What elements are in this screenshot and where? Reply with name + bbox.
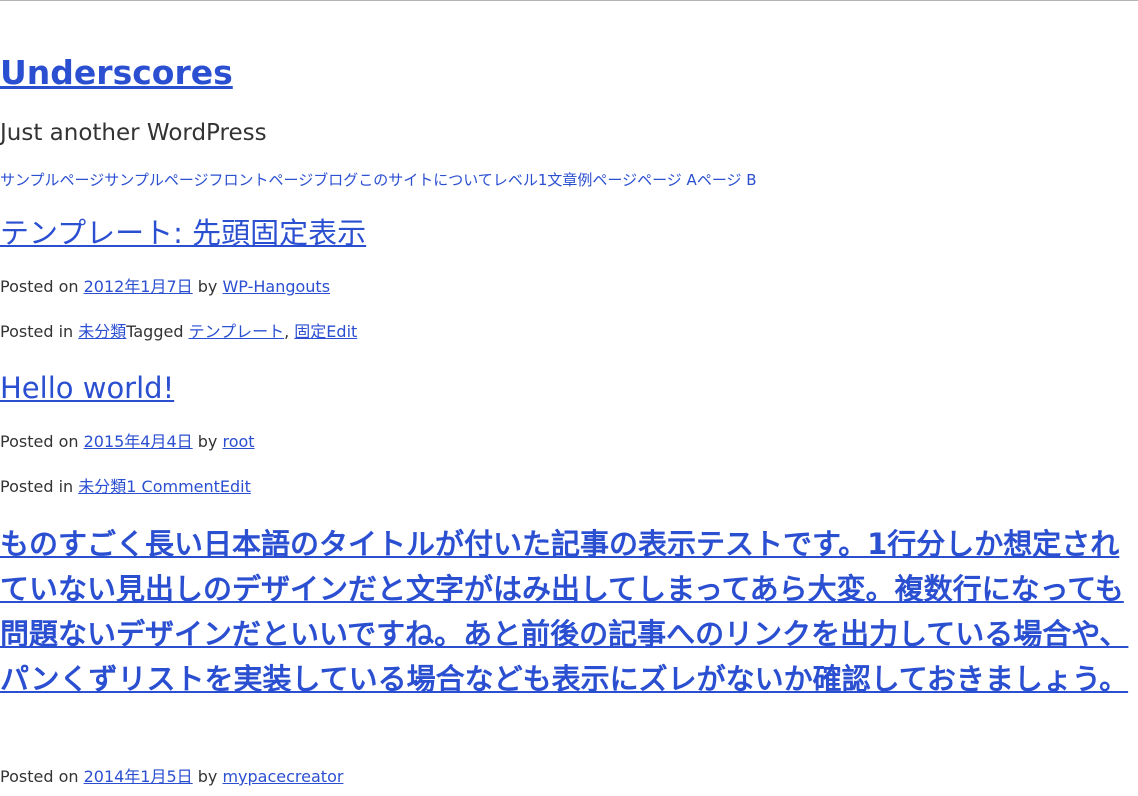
post-author-link-2[interactable]: root [222, 432, 254, 451]
nav-item-blog[interactable]: ブログ [313, 171, 358, 189]
post-edit-link-2[interactable]: Edit [220, 477, 251, 496]
browser-top-border [0, 0, 1138, 1]
post-author-link-1[interactable]: WP-Hangouts [222, 277, 330, 296]
nav-item-level-1[interactable]: レベル1 [493, 171, 548, 189]
site-title-link[interactable]: Underscores [0, 53, 233, 92]
post-meta-3: Posted on 2014年1月5日 by mypacecreator [0, 766, 343, 788]
posted-on-label: Posted on [0, 277, 84, 296]
post-meta-2: Posted on 2015年4月4日 by root [0, 431, 255, 453]
by-label: by [192, 432, 223, 451]
nav-item-page[interactable]: ページ [592, 171, 637, 189]
post-date-link-2[interactable]: 2015年4月4日 [84, 432, 193, 451]
post-date-link-3[interactable]: 2014年1月5日 [84, 767, 193, 786]
post-title-3: ものすごく長い日本語のタイトルが付いた記事の表示テストです。1行分しか想定されて… [0, 522, 1138, 702]
post-title-link-3[interactable]: ものすごく長い日本語のタイトルが付いた記事の表示テストです。1行分しか想定されて… [0, 527, 1128, 696]
nav-item-sample-page-2[interactable]: サンプルページ [104, 171, 208, 189]
post-category-link-2[interactable]: 未分類 [78, 477, 126, 496]
main-navigation: サンプルページサンプルページフロントページブログこのサイトについてレベル1文章例… [0, 170, 757, 190]
post-comments-link-2[interactable]: 1 Comment [126, 477, 220, 496]
post-footer-2: Posted in 未分類1 CommentEdit [0, 476, 251, 498]
post-author-link-3[interactable]: mypacecreator [222, 767, 343, 786]
nav-item-sample-page-1[interactable]: サンプルページ [0, 171, 104, 189]
nav-item-page-b[interactable]: ページ B [697, 171, 757, 189]
posted-on-label: Posted on [0, 432, 84, 451]
tagged-label: Tagged [126, 322, 189, 341]
tag-separator: , [284, 322, 295, 341]
posted-in-label: Posted in [0, 322, 79, 341]
site-description: Just another WordPress [0, 120, 267, 146]
site-title: Underscores [0, 52, 233, 94]
by-label: by [192, 767, 223, 786]
nav-item-page-a[interactable]: ページ A [637, 171, 697, 189]
posted-in-label: Posted in [0, 477, 79, 496]
post-title-1: テンプレート: 先頭固定表示 [0, 214, 366, 252]
post-title-2: Hello world! [0, 369, 174, 407]
nav-item-about[interactable]: このサイトについて [358, 171, 493, 189]
post-title-link-2[interactable]: Hello world! [0, 371, 174, 405]
post-title-link-1[interactable]: テンプレート: 先頭固定表示 [0, 216, 366, 250]
post-footer-1: Posted in 未分類Tagged テンプレート, 固定Edit [0, 321, 357, 343]
nav-item-front-page[interactable]: フロントページ [209, 171, 314, 189]
posted-on-label: Posted on [0, 767, 84, 786]
post-meta-1: Posted on 2012年1月7日 by WP-Hangouts [0, 276, 330, 298]
post-category-link-1[interactable]: 未分類 [78, 322, 126, 341]
post-date-link-1[interactable]: 2012年1月7日 [84, 277, 193, 296]
post-tag-link-template[interactable]: テンプレート [189, 322, 285, 341]
by-label: by [192, 277, 223, 296]
nav-item-text-example[interactable]: 文章例 [547, 171, 592, 189]
post-tag-link-sticky[interactable]: 固定 [294, 322, 326, 341]
post-edit-link-1[interactable]: Edit [326, 322, 357, 341]
